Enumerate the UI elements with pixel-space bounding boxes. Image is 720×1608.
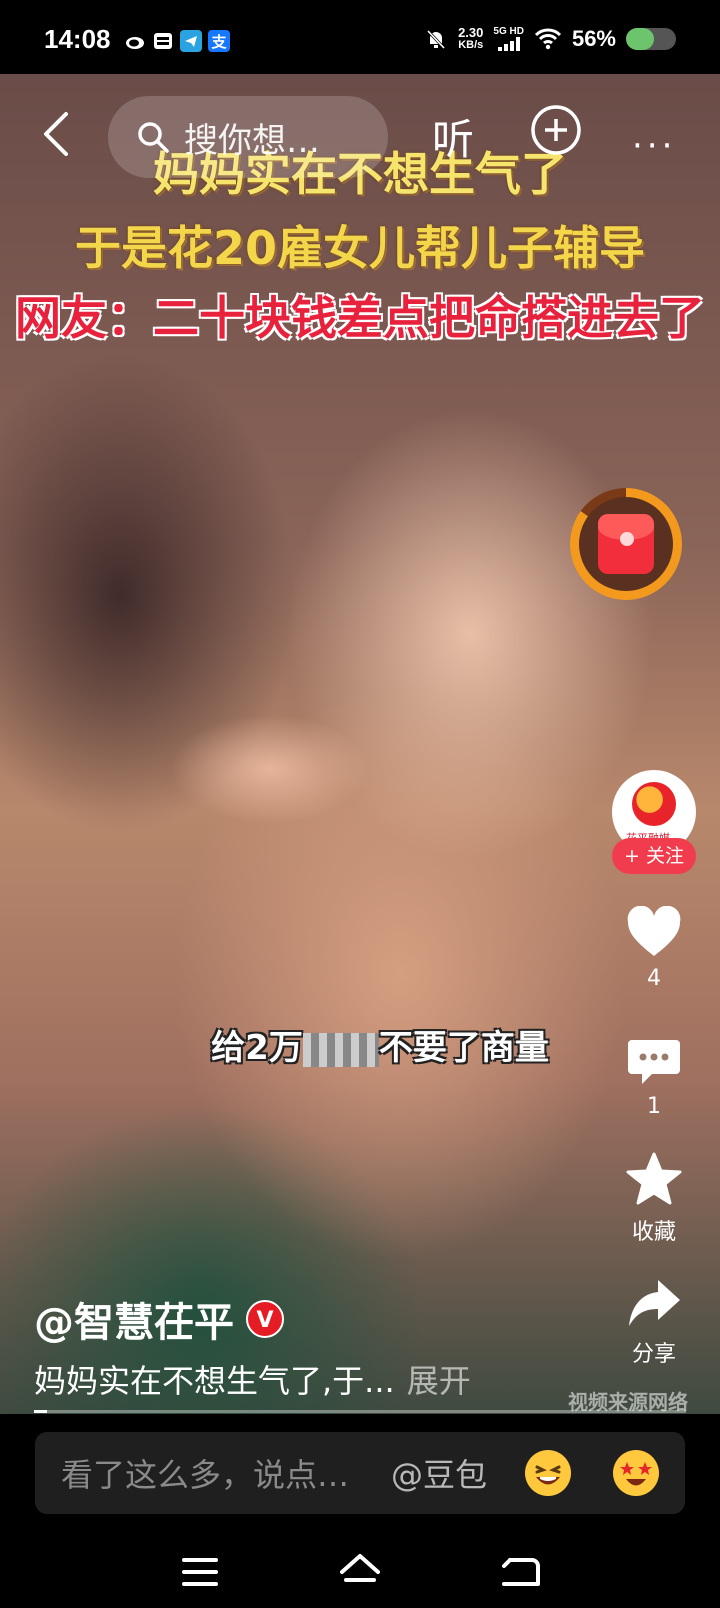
search-icon [138, 122, 169, 153]
favorite-label: 收藏 [631, 1220, 676, 1245]
signal-label: 5G HD [493, 26, 524, 37]
search-box[interactable]: 搜你想… [108, 96, 388, 178]
heart-icon [627, 905, 681, 956]
video-headline-3: 网友：二十块钱差点把命搭进去了 [15, 291, 705, 345]
follow-button[interactable]: + 关注 [612, 838, 696, 874]
battery-text: 56% [571, 26, 616, 51]
star-icon [626, 1152, 682, 1205]
listen-button[interactable]: 听 [432, 106, 474, 167]
home-icon [340, 1554, 380, 1582]
mute-bell-icon [426, 29, 446, 50]
status-time: 14:08 [44, 24, 111, 54]
favorite-button[interactable]: 收藏 [612, 1152, 696, 1246]
like-count: 4 [647, 966, 661, 991]
verified-badge-icon: V [246, 1300, 284, 1338]
battery-icon [626, 28, 676, 50]
back-button[interactable] [36, 106, 84, 162]
net-speed: 2.30 KB/s [458, 25, 484, 51]
system-nav-bar [0, 1536, 720, 1608]
top-nav: 搜你想… 听 ··· [0, 96, 720, 178]
wifi-icon [534, 28, 562, 50]
comment-input[interactable]: 看了这么多，说点… @豆包 [35, 1432, 685, 1514]
back-nav-button[interactable] [496, 1550, 544, 1594]
post-description[interactable]: 妈妈实在不想生气了,于... 展开 [34, 1356, 471, 1402]
comment-count: 1 [647, 1094, 661, 1119]
red-packet-button[interactable] [570, 488, 682, 600]
video-headline-2: 于是花20雇女儿帮儿子辅导 [74, 221, 645, 275]
comment-placeholder: 看了这么多，说点… [61, 1456, 350, 1494]
menu-nav-button[interactable] [176, 1550, 224, 1594]
share-button[interactable]: 分享 [612, 1278, 696, 1368]
author-name[interactable]: @智慧茌平 [34, 1290, 234, 1348]
home-nav-button[interactable] [336, 1550, 384, 1594]
status-bar: 14:08 支 2.30 KB/s 5G HD 56% [0, 0, 720, 74]
status-right: 2.30 KB/s 5G HD 56% [424, 26, 676, 52]
signal-icon: 5G HD [493, 27, 524, 51]
battery-fill [626, 28, 654, 50]
mention-doubao[interactable]: @豆包 [391, 1450, 487, 1496]
weibo-icon [124, 30, 146, 52]
video-progress-bar[interactable] [34, 1410, 686, 1413]
author-row[interactable]: @智慧茌平 V [34, 1290, 284, 1348]
video-subtitle: 给2万 不要了商量 [211, 1028, 549, 1068]
share-label: 分享 [631, 1342, 676, 1367]
expand-link[interactable]: 展开 [407, 1362, 471, 1400]
return-icon [502, 1558, 540, 1586]
menu-icon [182, 1558, 218, 1586]
status-left-icons: 支 [124, 30, 230, 52]
video-progress-fill [34, 1410, 48, 1413]
telegram-icon [180, 30, 202, 52]
more-button[interactable]: ··· [632, 126, 676, 166]
video-frame-detail [170, 714, 370, 824]
laugh-emoji-icon[interactable] [525, 1450, 571, 1496]
sim-card-icon [152, 30, 174, 52]
search-placeholder: 搜你想… [184, 120, 320, 161]
channel-logo-icon [632, 782, 676, 826]
add-button[interactable] [528, 102, 584, 158]
mosaic-censor [302, 1032, 379, 1067]
alipay-icon: 支 [208, 30, 230, 52]
plus-circle-icon [531, 105, 581, 155]
red-envelope-icon [598, 514, 654, 574]
chevron-left-icon [44, 112, 68, 156]
share-arrow-icon [629, 1280, 680, 1326]
star-eyes-emoji-icon[interactable] [613, 1450, 659, 1496]
like-button[interactable]: 4 [612, 905, 696, 991]
